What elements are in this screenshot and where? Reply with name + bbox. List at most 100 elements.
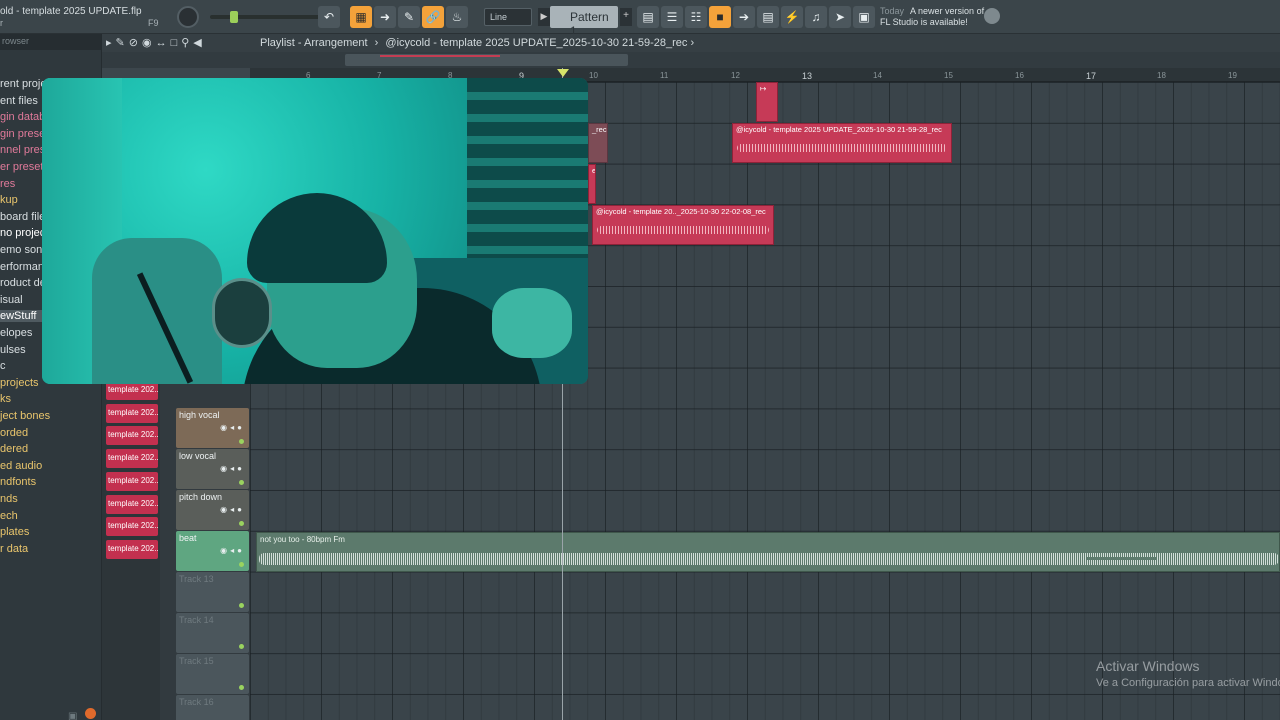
track-controls-icon[interactable]: ◉◂● — [220, 505, 245, 514]
play-icon[interactable]: ◀ — [193, 37, 205, 49]
audio-clip-edge[interactable]: ec — [588, 164, 596, 204]
clip-source-item[interactable]: template 202.. — [106, 403, 158, 423]
track-controls-icon[interactable]: ◉◂● — [220, 546, 245, 555]
activate-windows-sub: Ve a Configuración para activar Windo — [1096, 677, 1280, 689]
track-header[interactable]: beat ◉◂● — [176, 531, 249, 571]
track-led-icon[interactable] — [239, 562, 244, 567]
folder-icon[interactable]: ▣ — [68, 711, 77, 720]
plug-icon[interactable]: ⚡ — [781, 6, 803, 28]
channel-rack-icon[interactable]: ☷ — [685, 6, 707, 28]
track-led-icon[interactable] — [239, 644, 244, 649]
browser-item[interactable]: c — [0, 360, 6, 372]
browser-item[interactable]: ent files — [0, 95, 38, 107]
audio-clip-partial[interactable]: _rec — [588, 123, 608, 163]
track-controls-icon[interactable]: ◉◂● — [220, 423, 245, 432]
clip-source-item[interactable]: template 202.. — [106, 471, 158, 491]
browser-item[interactable]: res — [0, 178, 15, 190]
track-led-icon[interactable] — [239, 685, 244, 690]
send-icon[interactable]: ➤ — [829, 6, 851, 28]
browser-item[interactable]: isual — [0, 294, 23, 306]
cart-icon[interactable]: ▣ — [853, 6, 875, 28]
browser-item[interactable]: ed audio — [0, 460, 42, 472]
playlist-tools[interactable]: ▸✎⊘◉↔□⚲◀ — [106, 36, 206, 49]
pencil-icon[interactable]: ✎ — [398, 6, 420, 28]
browser-item[interactable]: ech — [0, 510, 18, 522]
track-led-icon[interactable] — [239, 480, 244, 485]
browser-item[interactable]: nds — [0, 493, 18, 505]
browser-item[interactable]: ulses — [0, 344, 26, 356]
ruler-tick-label: 17 — [1086, 71, 1097, 81]
stamp-icon[interactable]: ♨ — [446, 6, 468, 28]
piano-roll-icon[interactable]: ☰ — [661, 6, 683, 28]
track-header[interactable]: high vocal ◉◂● — [176, 408, 249, 448]
draw-icon[interactable]: ✎ — [116, 37, 129, 49]
zoom-icon[interactable]: ⚲ — [181, 37, 193, 49]
slider-handle[interactable] — [230, 11, 238, 23]
browser-item[interactable]: dered — [0, 443, 28, 455]
clip-source-item[interactable]: template 202.. — [106, 426, 158, 446]
browser-item[interactable]: r data — [0, 543, 28, 555]
browser-item[interactable]: orded — [0, 427, 28, 439]
cpu-meter-icon[interactable]: ■ — [709, 6, 731, 28]
track-header[interactable]: Track 16 — [176, 695, 249, 720]
file-icon[interactable]: ▤ — [757, 6, 779, 28]
audio-clip-top[interactable]: ↦ — [756, 82, 778, 122]
browser-item[interactable]: elopes — [0, 327, 32, 339]
clip-source-item[interactable]: template 202.. — [106, 539, 158, 559]
browser-item[interactable]: rent proje — [0, 78, 46, 90]
track-header[interactable]: Track 15 — [176, 654, 249, 694]
mic-icon[interactable]: ♫ — [805, 6, 827, 28]
pattern-prev-arrow[interactable]: ▶ — [538, 8, 550, 26]
speaker-icon[interactable]: ◉ — [142, 37, 156, 49]
track-led-icon[interactable] — [239, 521, 244, 526]
ruler-tick-label: 10 — [589, 71, 598, 80]
track-led-icon[interactable] — [239, 603, 244, 608]
browser-item[interactable]: ject bones — [0, 410, 50, 422]
track-controls-icon[interactable]: ◉◂● — [220, 464, 245, 473]
beat-audio-clip[interactable]: not you too - 80bpm Fm — [256, 532, 1280, 572]
update-news[interactable]: Today A newer version of FL Studio is ava… — [880, 6, 984, 28]
undo-icon[interactable]: ↶ — [318, 6, 340, 28]
pattern-selector[interactable]: Pattern 1 — [550, 6, 618, 38]
playlist-snap-icon[interactable]: ▦ — [350, 6, 372, 28]
track-header[interactable]: pitch down ◉◂● — [176, 490, 249, 530]
track-name: Track 16 — [179, 697, 214, 707]
mute-icon[interactable]: ⊘ — [129, 37, 142, 49]
clip-label: @icycold - template 2025 UPDATE_2025-10-… — [736, 125, 942, 134]
clip-source-item[interactable]: template 202.. — [106, 449, 158, 469]
slip-icon[interactable]: ↔ — [156, 37, 171, 49]
track-led-icon[interactable] — [239, 439, 244, 444]
fl-logo-icon[interactable] — [84, 708, 96, 719]
track-header[interactable]: Track 14 — [176, 613, 249, 653]
browser-item[interactable]: board file — [0, 211, 45, 223]
browser-item[interactable]: ndfonts — [0, 476, 36, 488]
snap-select[interactable]: Line — [484, 8, 532, 26]
master-volume-knob[interactable] — [177, 6, 199, 28]
browser-item[interactable]: kup — [0, 194, 18, 206]
browser-footer-icons[interactable]: ▣ — [68, 708, 98, 720]
cursor-icon[interactable]: ➔ — [733, 6, 755, 28]
webcam-overlay — [42, 78, 588, 384]
add-pattern-button[interactable]: + — [620, 8, 632, 26]
globe-icon[interactable] — [984, 8, 1000, 24]
webcam-person-hair — [247, 193, 387, 283]
browser-item[interactable]: roduct de — [0, 277, 46, 289]
track-header[interactable]: low vocal ◉◂● — [176, 449, 249, 489]
track-name: high vocal — [179, 410, 220, 420]
select-icon[interactable]: □ — [171, 37, 182, 49]
arrow-right-icon[interactable]: ➜ — [374, 6, 396, 28]
audio-clip-rec-1[interactable]: @icycold - template 2025 UPDATE_2025-10-… — [732, 123, 952, 163]
browser-item[interactable]: erforman — [0, 261, 44, 273]
browser-item[interactable]: plates — [0, 526, 29, 538]
mixer-icon[interactable]: ▤ — [637, 6, 659, 28]
track-header[interactable]: Track 13 — [176, 572, 249, 612]
browser-item[interactable]: ks — [0, 393, 11, 405]
clip-source-item[interactable]: template 202.. — [106, 494, 158, 514]
browser-item[interactable]: projects — [0, 377, 39, 389]
playhead-marker[interactable] — [557, 69, 569, 77]
audio-clip-rec-2[interactable]: @icycold - template 20.._2025-10-30 22-0… — [592, 205, 774, 245]
clip-source-item[interactable]: template 202.. — [106, 517, 158, 537]
menu-arrow-icon[interactable]: ▸ — [106, 37, 116, 49]
link-icon[interactable]: 🔗 — [422, 6, 444, 28]
news-today: Today — [880, 6, 905, 16]
